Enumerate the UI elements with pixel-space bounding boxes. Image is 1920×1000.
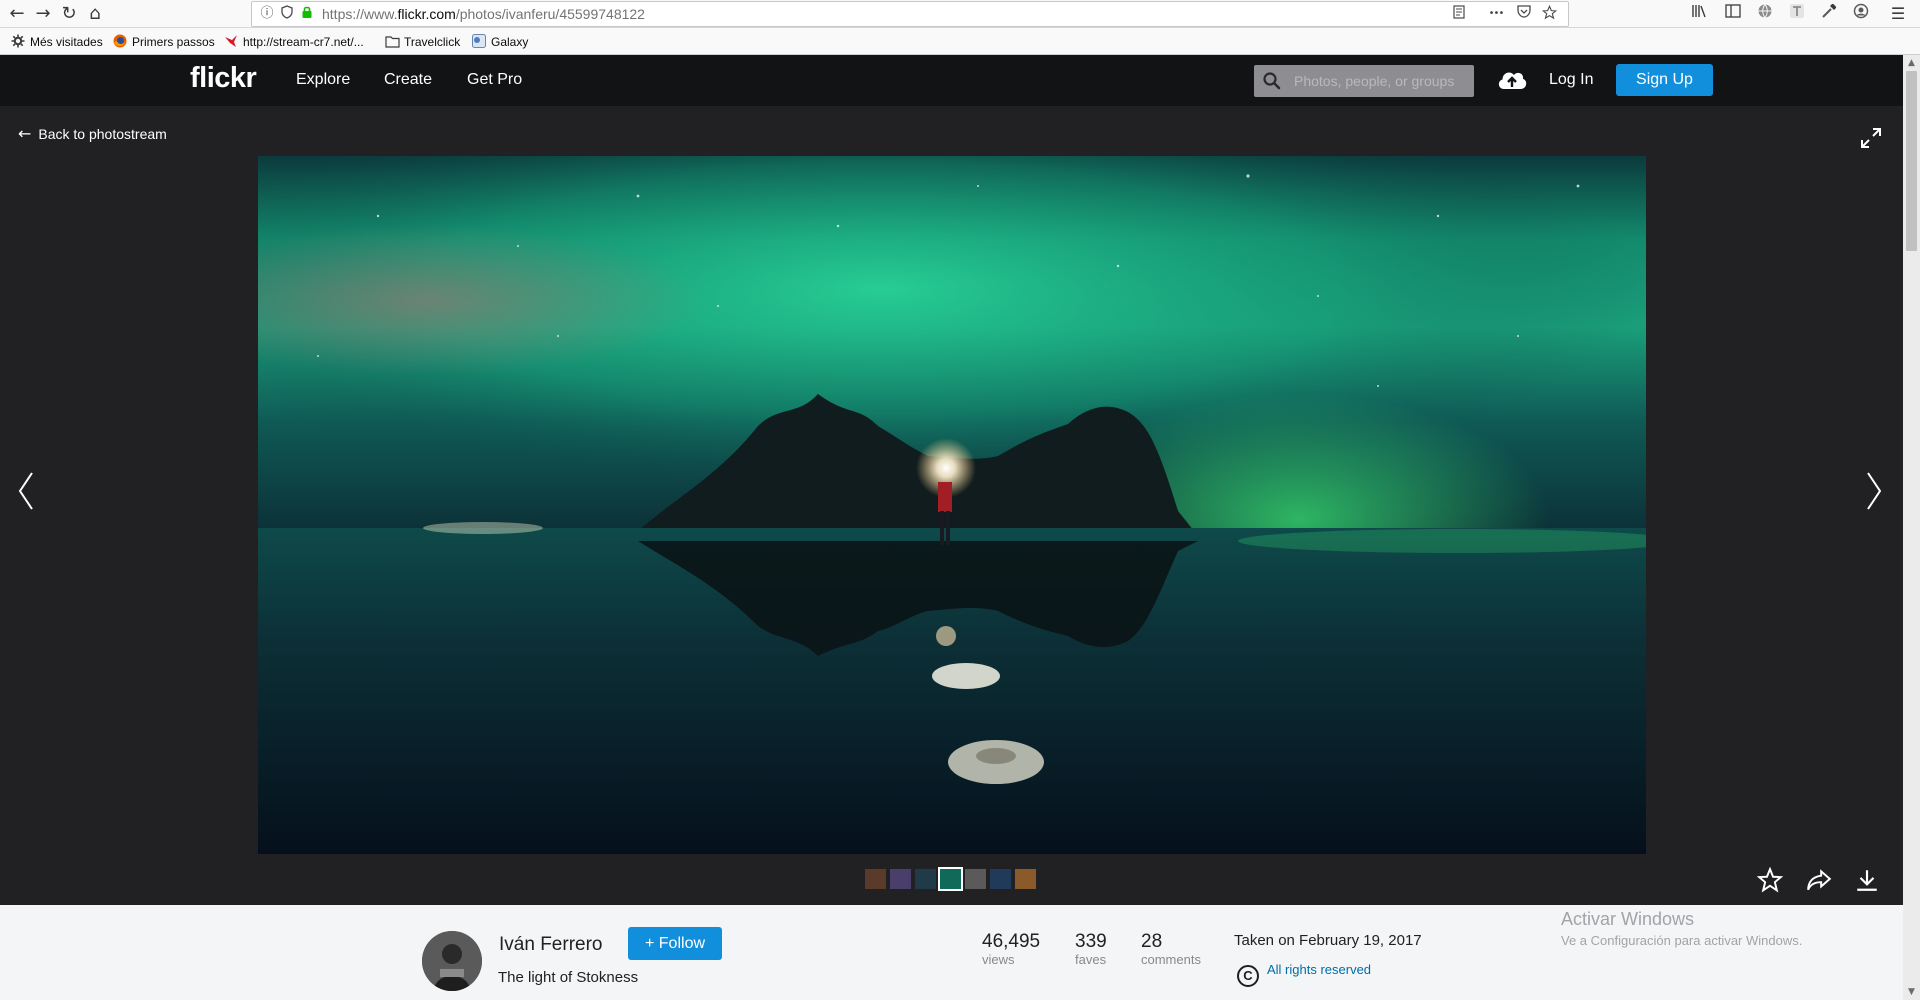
galaxy-icon [472, 34, 486, 48]
activation-subtitle: Ve a Configuración para activar Windows. [1561, 933, 1803, 948]
download-icon[interactable] [1854, 867, 1880, 893]
library-icon[interactable] [1689, 3, 1711, 25]
sidebar-icon[interactable] [1722, 3, 1744, 25]
home-icon[interactable]: ⌂ [82, 2, 108, 26]
translate-extension-icon[interactable] [1786, 3, 1808, 25]
filmstrip-thumb[interactable] [890, 869, 911, 889]
page-scrollbar[interactable]: ▲ ▼ [1903, 55, 1920, 1000]
info-icon[interactable]: ⓘ [258, 5, 276, 23]
stat-label: comments [1141, 952, 1201, 967]
page-actions-icon[interactable]: ••• [1487, 5, 1505, 23]
scroll-up-icon[interactable]: ▲ [1903, 55, 1920, 71]
site-header: flickr Explore Create Get Pro Log In Sig… [0, 55, 1903, 106]
search-box[interactable] [1254, 65, 1474, 97]
globe-extension-icon[interactable] [1754, 3, 1776, 25]
stat-label: faves [1075, 952, 1107, 967]
url-text[interactable]: https://www.flickr.com/photos/ivanferu/4… [322, 6, 645, 22]
bookmarks-bar: Més visitades Primers passos http://stre… [0, 28, 1920, 55]
url-bar[interactable]: ⓘ https://www.flickr.com/photos/ivanferu… [251, 1, 1569, 27]
license-link[interactable]: C All rights reserved [1237, 962, 1371, 987]
plus-icon: + [644, 935, 659, 952]
upload-cloud-icon[interactable] [1496, 67, 1528, 91]
filmstrip-thumb[interactable] [865, 869, 886, 889]
eyedropper-extension-icon[interactable] [1818, 3, 1840, 25]
nav-get-pro[interactable]: Get Pro [467, 71, 522, 89]
pocket-icon[interactable] [1515, 5, 1533, 23]
gear-icon [11, 34, 25, 48]
copyright-icon: C [1237, 965, 1259, 987]
windows-activation-watermark: Activar Windows Ve a Configuración para … [1561, 909, 1802, 948]
scrollbar-thumb[interactable] [1906, 71, 1917, 251]
flickr-logo[interactable]: flickr [190, 62, 257, 95]
previous-photo-icon[interactable] [14, 470, 38, 512]
back-arrow-icon: ← [18, 124, 32, 143]
account-extension-icon[interactable] [1850, 3, 1872, 25]
main-photo[interactable] [258, 156, 1646, 854]
photo-stage: ← Back to photostream [0, 106, 1903, 905]
forward-icon[interactable]: → [30, 2, 56, 26]
stat-value: 339 [1075, 931, 1107, 952]
stat-value: 28 [1141, 931, 1163, 952]
filmstrip-thumb-current[interactable] [938, 867, 963, 891]
nav-create[interactable]: Create [384, 71, 432, 89]
search-input[interactable] [1294, 71, 1466, 91]
back-icon[interactable]: ← [4, 2, 30, 26]
folder-icon [385, 35, 400, 49]
bookmark-stream-cr7[interactable]: http://stream-cr7.net/... [224, 33, 364, 51]
photo-info-panel: Iván Ferrero + Follow The light of Stokn… [0, 905, 1903, 1000]
firefox-icon [113, 34, 127, 48]
reader-view-icon[interactable] [1450, 5, 1468, 23]
search-icon[interactable] [1262, 71, 1282, 91]
stat-faves: 339 faves [1075, 931, 1107, 967]
tracking-shield-icon[interactable] [278, 5, 296, 23]
bookmark-travelclick[interactable]: Travelclick [385, 33, 460, 51]
bookmark-getting-started[interactable]: Primers passos [113, 33, 215, 51]
favorite-star-icon[interactable] [1757, 867, 1783, 893]
scroll-down-icon[interactable]: ▼ [1903, 984, 1920, 1000]
filmstrip-thumb[interactable] [915, 869, 936, 889]
lock-icon[interactable] [298, 5, 316, 23]
stat-comments: 28 comments [1141, 931, 1201, 967]
filmstrip-thumb[interactable] [990, 869, 1011, 889]
aurora-landscape-image [258, 156, 1646, 854]
bookmark-most-visited[interactable]: Més visitades [11, 33, 103, 51]
stat-views: 46,495 views [982, 931, 1040, 967]
bookmark-galaxy[interactable]: Galaxy [472, 33, 528, 51]
bookmark-star-icon[interactable] [1540, 4, 1558, 23]
photo-title: The light of Stokness [498, 969, 639, 986]
hamburger-menu-icon[interactable]: ☰ [1887, 3, 1909, 25]
browser-toolbar: ← → ↻ ⌂ ⓘ https://www.flickr.com/photos/… [0, 0, 1920, 28]
taken-date: Taken on February 19, 2017 [1234, 932, 1422, 949]
stat-label: views [982, 952, 1015, 967]
login-link[interactable]: Log In [1549, 71, 1593, 89]
bird-icon [224, 34, 238, 48]
fullscreen-icon[interactable] [1859, 126, 1883, 150]
reload-icon[interactable]: ↻ [56, 2, 82, 26]
filmstrip-thumb[interactable] [1015, 869, 1036, 889]
stat-value: 46,495 [982, 931, 1041, 952]
activation-title: Activar Windows [1561, 909, 1695, 929]
nav-explore[interactable]: Explore [296, 71, 350, 89]
signup-button[interactable]: Sign Up [1616, 64, 1713, 96]
follow-button[interactable]: + Follow [628, 927, 722, 960]
author-avatar[interactable] [422, 931, 482, 991]
author-name[interactable]: Iván Ferrero [499, 934, 602, 956]
share-icon[interactable] [1806, 867, 1832, 893]
back-to-photostream-link[interactable]: ← Back to photostream [18, 124, 167, 143]
next-photo-icon[interactable] [1862, 470, 1886, 512]
page: ← → ↻ ⌂ ⓘ https://www.flickr.com/photos/… [0, 0, 1920, 1000]
filmstrip-thumb[interactable] [965, 869, 986, 889]
